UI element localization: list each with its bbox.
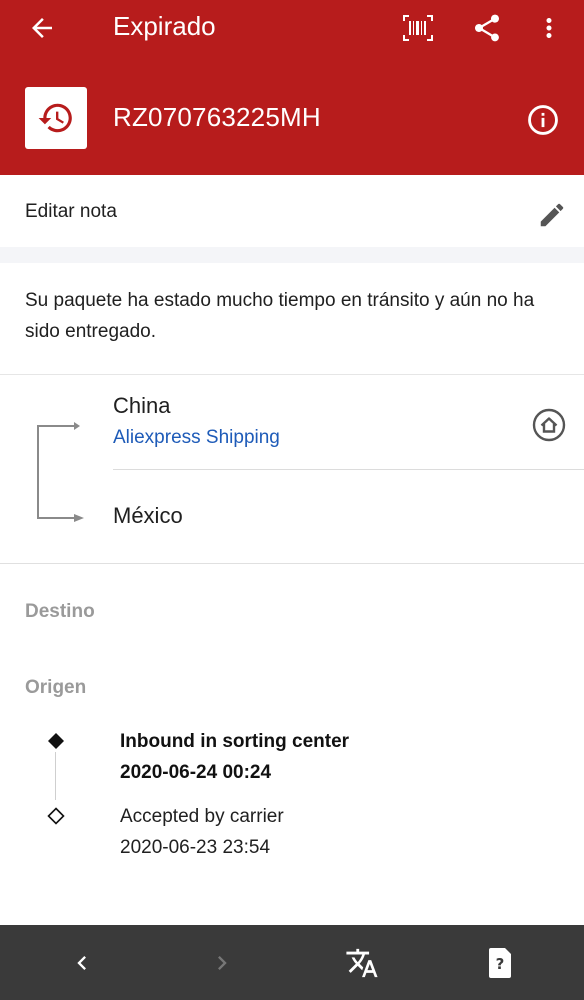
divider (0, 374, 584, 375)
outline-diamond-icon (47, 807, 65, 825)
section-gap (0, 247, 584, 263)
home-button[interactable] (528, 404, 570, 446)
share-icon (475, 14, 499, 42)
share-button[interactable] (467, 8, 507, 48)
previous-button[interactable] (60, 941, 104, 985)
history-icon (38, 103, 72, 133)
barcode-scan-icon (403, 15, 433, 41)
help-card-icon: ? (489, 948, 511, 978)
info-icon (528, 105, 558, 135)
back-button[interactable] (22, 8, 62, 48)
bottom-toolbar: ? (0, 925, 584, 1000)
tracking-number: RZ070763225MH (113, 102, 321, 132)
more-vert-icon (546, 18, 552, 38)
carrier-link[interactable]: Aliexpress Shipping (113, 427, 280, 449)
origin-section-label: Origen (25, 677, 87, 698)
edit-note-button[interactable] (532, 195, 572, 235)
chevron-left-icon (77, 956, 86, 970)
page-title: Expirado (113, 11, 216, 41)
help-button[interactable]: ? (478, 941, 522, 985)
chevron-right-icon (218, 956, 227, 970)
event-title: Accepted by carrier (120, 806, 284, 827)
edit-note-label: Editar nota (25, 201, 117, 222)
status-message: Su paquete ha estado mucho tiempo en trá… (25, 290, 535, 342)
event-title: Inbound in sorting center (120, 731, 350, 752)
barcode-button[interactable] (398, 8, 438, 48)
origin-country: China (113, 393, 171, 418)
pencil-icon (540, 203, 564, 227)
timeline-line (55, 752, 56, 800)
route-divider (113, 469, 584, 470)
edit-note-row[interactable]: Editar nota (0, 175, 584, 247)
event-datetime: 2020-06-23 23:54 (120, 837, 271, 858)
translate-icon (346, 948, 378, 978)
app-bar: Expirado RZ070763225MH (0, 0, 584, 175)
destination-section-label: Destino (25, 601, 95, 622)
destination-country: México (113, 503, 183, 528)
event-datetime: 2020-06-24 00:24 (120, 762, 272, 783)
arrow-left-icon (32, 18, 52, 38)
home-circle-icon (532, 408, 566, 442)
divider (0, 563, 584, 564)
next-button[interactable] (200, 941, 244, 985)
more-options-button[interactable] (529, 8, 569, 48)
route-connector-icon (37, 422, 84, 522)
svg-text:?: ? (496, 955, 505, 973)
translate-button[interactable] (340, 941, 384, 985)
filled-diamond-icon (48, 733, 64, 749)
status-tile (25, 87, 87, 149)
info-button[interactable] (521, 100, 565, 140)
